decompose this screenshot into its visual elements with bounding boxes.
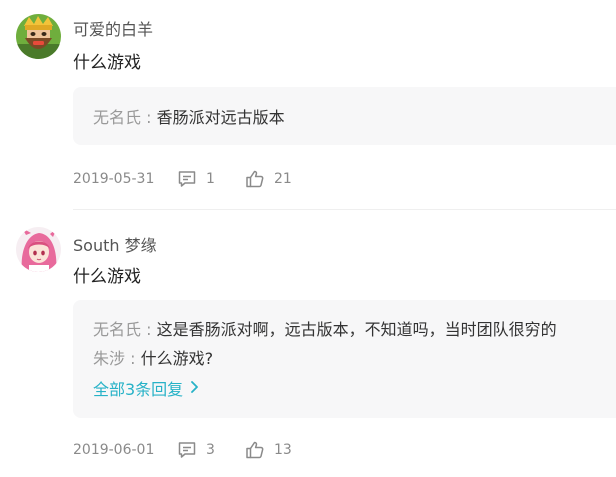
comment-list: 可爱的白羊 什么游戏 无名氏 : 香肠派对远古版本 2019-05-31 1 2… bbox=[0, 0, 616, 477]
view-all-replies-link[interactable]: 全部3条回复 bbox=[93, 376, 199, 400]
clash-royale-king-avatar-icon bbox=[16, 14, 61, 59]
reply-preview-box[interactable]: 无名氏 : 香肠派对远古版本 bbox=[73, 87, 616, 145]
like-count: 13 bbox=[274, 442, 292, 458]
like-button[interactable]: 21 bbox=[245, 169, 292, 189]
comment-meta: 2019-05-31 1 21 bbox=[73, 169, 292, 189]
reply-author[interactable]: 朱涉 bbox=[93, 349, 125, 368]
reply-count: 3 bbox=[206, 442, 215, 458]
reply-text: 这是香肠派对啊，远古版本，不知道吗，当时团队很穷的 bbox=[156, 320, 557, 339]
reply-button[interactable]: 1 bbox=[177, 169, 245, 189]
comment-text: 什么游戏 bbox=[73, 267, 141, 287]
reply-line: 无名氏 : 香肠派对远古版本 bbox=[93, 104, 285, 128]
comment-date: 2019-05-31 bbox=[73, 171, 155, 187]
username[interactable]: 可爱的白羊 bbox=[73, 16, 153, 40]
chevron-right-icon bbox=[189, 379, 199, 398]
reply-button[interactable]: 3 bbox=[177, 440, 245, 460]
thumbs-up-icon bbox=[245, 440, 265, 460]
comment-item: South 梦缘 什么游戏 无名氏 : 这是香肠派对啊，远古版本，不知道吗，当时… bbox=[0, 210, 616, 477]
comment-text: 什么游戏 bbox=[73, 53, 141, 73]
reply-preview-box[interactable]: 无名氏 : 这是香肠派对啊，远古版本，不知道吗，当时团队很穷的 朱涉 : 什么游… bbox=[73, 300, 616, 418]
reply-separator: : bbox=[141, 320, 157, 339]
like-button[interactable]: 13 bbox=[245, 440, 292, 460]
reply-text: 香肠派对远古版本 bbox=[156, 108, 285, 127]
comment-date: 2019-06-01 bbox=[73, 442, 155, 458]
reply-line: 无名氏 : 这是香肠派对啊，远古版本，不知道吗，当时团队很穷的 bbox=[93, 316, 557, 340]
reply-author[interactable]: 无名氏 bbox=[93, 320, 141, 339]
comment-item: 可爱的白羊 什么游戏 无名氏 : 香肠派对远古版本 2019-05-31 1 2… bbox=[0, 0, 616, 210]
username[interactable]: South 梦缘 bbox=[73, 232, 157, 256]
avatar[interactable] bbox=[16, 227, 61, 272]
reply-separator: : bbox=[125, 349, 141, 368]
reply-line: 朱涉 : 什么游戏? bbox=[93, 345, 213, 369]
reply-text: 什么游戏? bbox=[140, 349, 214, 368]
comment-meta: 2019-06-01 3 13 bbox=[73, 440, 292, 460]
avatar[interactable] bbox=[16, 14, 61, 59]
comment-bubble-icon bbox=[177, 169, 197, 189]
reply-separator: : bbox=[141, 108, 157, 127]
like-count: 21 bbox=[274, 171, 292, 187]
reply-count: 1 bbox=[206, 171, 215, 187]
thumbs-up-icon bbox=[245, 169, 265, 189]
reply-author[interactable]: 无名氏 bbox=[93, 108, 141, 127]
view-all-replies-label: 全部3条回复 bbox=[93, 380, 184, 399]
comment-bubble-icon bbox=[177, 440, 197, 460]
anime-pink-hair-girl-avatar-icon bbox=[16, 227, 61, 272]
